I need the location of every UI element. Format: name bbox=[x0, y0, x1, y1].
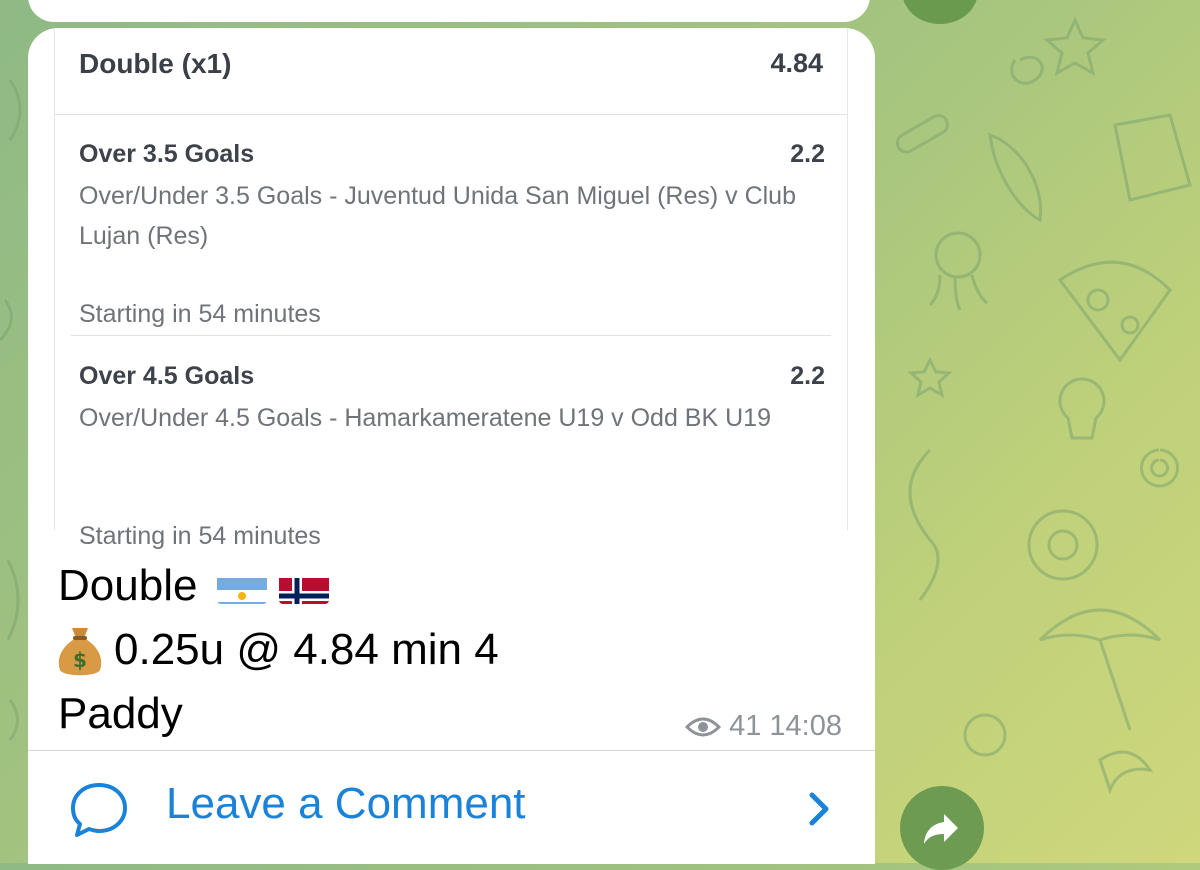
message-time: 14:08 bbox=[769, 710, 842, 742]
eye-icon bbox=[685, 717, 722, 736]
flag-argentina-icon bbox=[217, 568, 268, 604]
message-line-bet-type: Double bbox=[58, 561, 198, 610]
flag-norway-icon bbox=[279, 568, 330, 604]
message-meta: 41 14:08 bbox=[685, 710, 842, 743]
bet-type-label: Double (x1) bbox=[79, 48, 232, 79]
leg-description: Over/Under 3.5 Goals - Juventud Unida Sa… bbox=[79, 182, 796, 250]
view-count: 41 bbox=[729, 710, 762, 742]
previous-message-bubble bbox=[28, 0, 870, 22]
leg-divider bbox=[71, 335, 831, 336]
message-bubble[interactable]: Double (x1) 4.84 Over 3.5 Goals 2.2 Over… bbox=[28, 28, 875, 864]
bet-slip-header: Double (x1) 4.84 bbox=[55, 28, 847, 115]
message-text: Double $ 0.25u @ 4.84 min 4 Paddy bbox=[58, 554, 499, 746]
leg-odds: 2.2 bbox=[790, 362, 825, 390]
leg-odds: 2.2 bbox=[790, 140, 825, 168]
leave-comment-button[interactable]: Leave a Comment bbox=[28, 751, 875, 864]
bet-slip-screenshot: Double (x1) 4.84 Over 3.5 Goals 2.2 Over… bbox=[54, 28, 848, 550]
leg-market-title: Over 3.5 Goals bbox=[79, 140, 255, 168]
money-bag-icon: $ bbox=[58, 622, 102, 678]
total-odds: 4.84 bbox=[770, 48, 823, 78]
message-line-stake: 0.25u @ 4.84 min 4 bbox=[114, 625, 499, 674]
share-button[interactable] bbox=[900, 786, 984, 870]
comment-bubble-icon bbox=[71, 783, 127, 837]
chevron-right-icon bbox=[809, 792, 829, 826]
leg-start-time: Starting in 54 minutes bbox=[79, 300, 321, 328]
message-line-bookmaker: Paddy bbox=[58, 689, 183, 738]
svg-text:$: $ bbox=[73, 648, 87, 672]
share-arrow-icon bbox=[924, 814, 958, 844]
leg-start-time: Starting in 54 minutes bbox=[79, 522, 321, 550]
leg-market-title: Over 4.5 Goals bbox=[79, 362, 255, 390]
leg-description: Over/Under 4.5 Goals - Hamarkameratene U… bbox=[79, 404, 771, 432]
leave-comment-label: Leave a Comment bbox=[166, 779, 526, 828]
